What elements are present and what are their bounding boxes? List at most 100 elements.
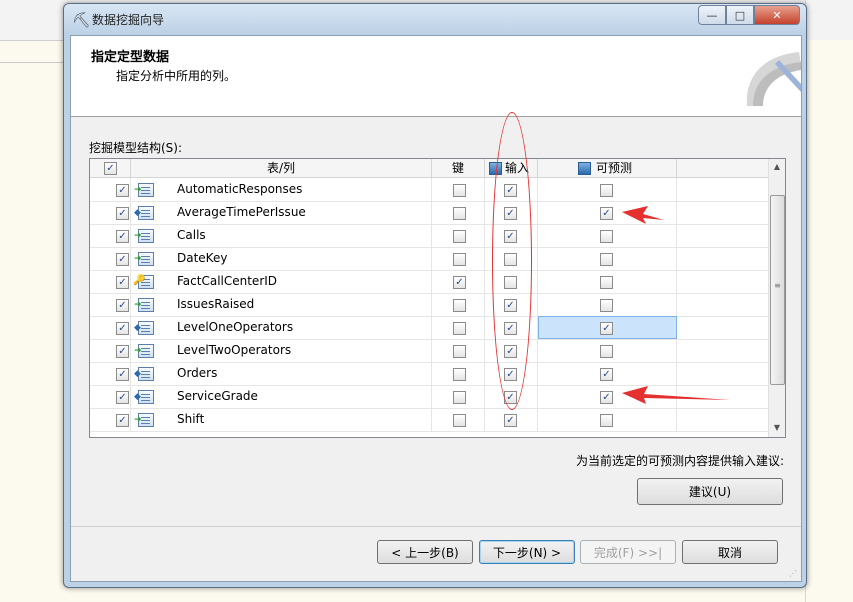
predictable-all-checkbox[interactable]: [578, 162, 591, 175]
include-checkbox[interactable]: ✓: [116, 322, 129, 335]
column-name-cell: LevelOneOperators: [131, 316, 432, 339]
key-cell: ✓: [432, 270, 485, 293]
input-checkbox[interactable]: ✓: [504, 299, 517, 312]
input-checkbox[interactable]: ✓: [504, 230, 517, 243]
predictable-checkbox[interactable]: ✓: [600, 391, 613, 404]
input-all-checkbox[interactable]: [489, 162, 502, 175]
key-checkbox[interactable]: [453, 414, 466, 427]
input-checkbox[interactable]: ✓: [504, 414, 517, 427]
predictable-cell: ✓: [538, 362, 677, 385]
include-checkbox[interactable]: ✓: [116, 230, 129, 243]
predictable-checkbox[interactable]: ✓: [600, 368, 613, 381]
key-checkbox[interactable]: [453, 345, 466, 358]
include-checkbox[interactable]: ✓: [116, 391, 129, 404]
next-button[interactable]: 下一步(N) >: [479, 540, 575, 564]
column-name-cell: LevelTwoOperators: [131, 339, 432, 362]
include-cell: ✓: [90, 293, 131, 316]
include-cell: ✓: [90, 316, 131, 339]
header-key[interactable]: 键: [432, 159, 485, 177]
key-checkbox[interactable]: [453, 322, 466, 335]
table-row[interactable]: ✓ ➜ LevelTwoOperators ✓: [90, 339, 770, 363]
table-row[interactable]: ✓ ◆ AverageTimePerIssue ✓ ✓: [90, 201, 770, 225]
key-checkbox[interactable]: [453, 299, 466, 312]
back-button[interactable]: < 上一步(B): [377, 540, 473, 564]
predictable-checkbox[interactable]: [600, 230, 613, 243]
input-cell: ✓: [485, 362, 538, 385]
minimize-button[interactable]: —: [698, 5, 726, 25]
predictable-checkbox[interactable]: [600, 276, 613, 289]
table-row[interactable]: ✓ ➜ AutomaticResponses ✓: [90, 178, 770, 202]
predictable-checkbox[interactable]: [600, 253, 613, 266]
grid-header: ✓ 表/列 键 输入 可预测: [90, 159, 770, 178]
table-row[interactable]: ✓ ➜ DateKey: [90, 247, 770, 271]
column-name: Shift: [177, 412, 205, 426]
predictable-checkbox[interactable]: [600, 299, 613, 312]
input-cell: ✓: [485, 408, 538, 431]
key-checkbox[interactable]: [453, 230, 466, 243]
table-row[interactable]: ✓ 🔑 FactCallCenterID ✓: [90, 270, 770, 294]
key-checkbox[interactable]: [453, 207, 466, 220]
key-checkbox[interactable]: [453, 368, 466, 381]
predictable-checkbox[interactable]: [600, 414, 613, 427]
include-cell: ✓: [90, 224, 131, 247]
title-bar[interactable]: ⛏ 数据挖掘向导 — □ ✕: [64, 4, 806, 35]
suggest-button[interactable]: 建议(U): [637, 478, 783, 505]
key-checkbox[interactable]: [453, 253, 466, 266]
input-checkbox[interactable]: ✓: [504, 368, 517, 381]
input-checkbox[interactable]: ✓: [504, 391, 517, 404]
input-checkbox[interactable]: ✓: [504, 345, 517, 358]
input-checkbox[interactable]: [504, 276, 517, 289]
scroll-down-arrow[interactable]: ▼: [769, 420, 785, 436]
input-checkbox[interactable]: [504, 253, 517, 266]
table-row[interactable]: ✓ ◆ LevelOneOperators ✓ ✓: [90, 316, 770, 340]
select-all-checkbox[interactable]: ✓: [104, 162, 117, 175]
table-row[interactable]: ✓ ◆ Orders ✓ ✓: [90, 362, 770, 386]
predictable-checkbox[interactable]: ✓: [600, 207, 613, 220]
include-checkbox[interactable]: ✓: [116, 207, 129, 220]
table-row[interactable]: ✓ ➜ Calls ✓: [90, 224, 770, 248]
input-cell: ✓: [485, 316, 538, 339]
vertical-scrollbar[interactable]: ▲ ≡ ▼: [768, 159, 785, 437]
include-checkbox[interactable]: ✓: [116, 414, 129, 427]
header-table-column[interactable]: 表/列: [131, 159, 432, 177]
include-checkbox[interactable]: ✓: [116, 368, 129, 381]
maximize-button[interactable]: □: [726, 5, 754, 25]
resize-grip-icon[interactable]: ⋰: [789, 569, 799, 579]
structure-grid[interactable]: ✓ 表/列 键 输入 可预测 ✓ ➜ AutomaticResponses ✓ ✓ ◆ Av…: [89, 158, 786, 438]
structure-label: 挖掘模型结构(S):: [89, 141, 183, 155]
include-checkbox[interactable]: ✓: [116, 253, 129, 266]
column-name: FactCallCenterID: [177, 274, 278, 288]
scroll-thumb[interactable]: ≡: [770, 195, 785, 385]
key-cell: [432, 316, 485, 339]
key-checkbox[interactable]: [453, 184, 466, 197]
predictable-checkbox[interactable]: ✓: [600, 322, 613, 335]
include-checkbox[interactable]: ✓: [116, 276, 129, 289]
cancel-button[interactable]: 取消: [682, 540, 778, 564]
table-row[interactable]: ✓ ➜ Shift ✓: [90, 408, 770, 432]
header-predictable[interactable]: 可预测: [538, 159, 677, 177]
predictable-cell: [538, 270, 677, 293]
table-row[interactable]: ✓ ➜ IssuesRaised ✓: [90, 293, 770, 317]
close-button[interactable]: ✕: [754, 5, 800, 25]
header-input[interactable]: 输入: [485, 159, 538, 177]
column-name: AutomaticResponses: [177, 182, 303, 196]
include-checkbox[interactable]: ✓: [116, 299, 129, 312]
key-checkbox[interactable]: [453, 391, 466, 404]
table-row[interactable]: ✓ ◆ ServiceGrade ✓ ✓: [90, 385, 770, 409]
predictable-checkbox[interactable]: [600, 184, 613, 197]
input-checkbox[interactable]: ✓: [504, 207, 517, 220]
scroll-up-arrow[interactable]: ▲: [769, 159, 785, 175]
predictable-cell: [538, 293, 677, 316]
column-name-cell: Shift: [131, 408, 432, 431]
input-checkbox[interactable]: ✓: [504, 322, 517, 335]
include-checkbox[interactable]: ✓: [116, 184, 129, 197]
predictable-checkbox[interactable]: [600, 345, 613, 358]
input-checkbox[interactable]: ✓: [504, 184, 517, 197]
include-cell: ✓: [90, 201, 131, 224]
include-checkbox[interactable]: ✓: [116, 345, 129, 358]
page-title: 指定定型数据: [91, 50, 170, 65]
key-checkbox[interactable]: ✓: [453, 276, 466, 289]
key-cell: [432, 201, 485, 224]
key-cell: [432, 224, 485, 247]
wizard-icon: ⛏: [72, 11, 92, 29]
